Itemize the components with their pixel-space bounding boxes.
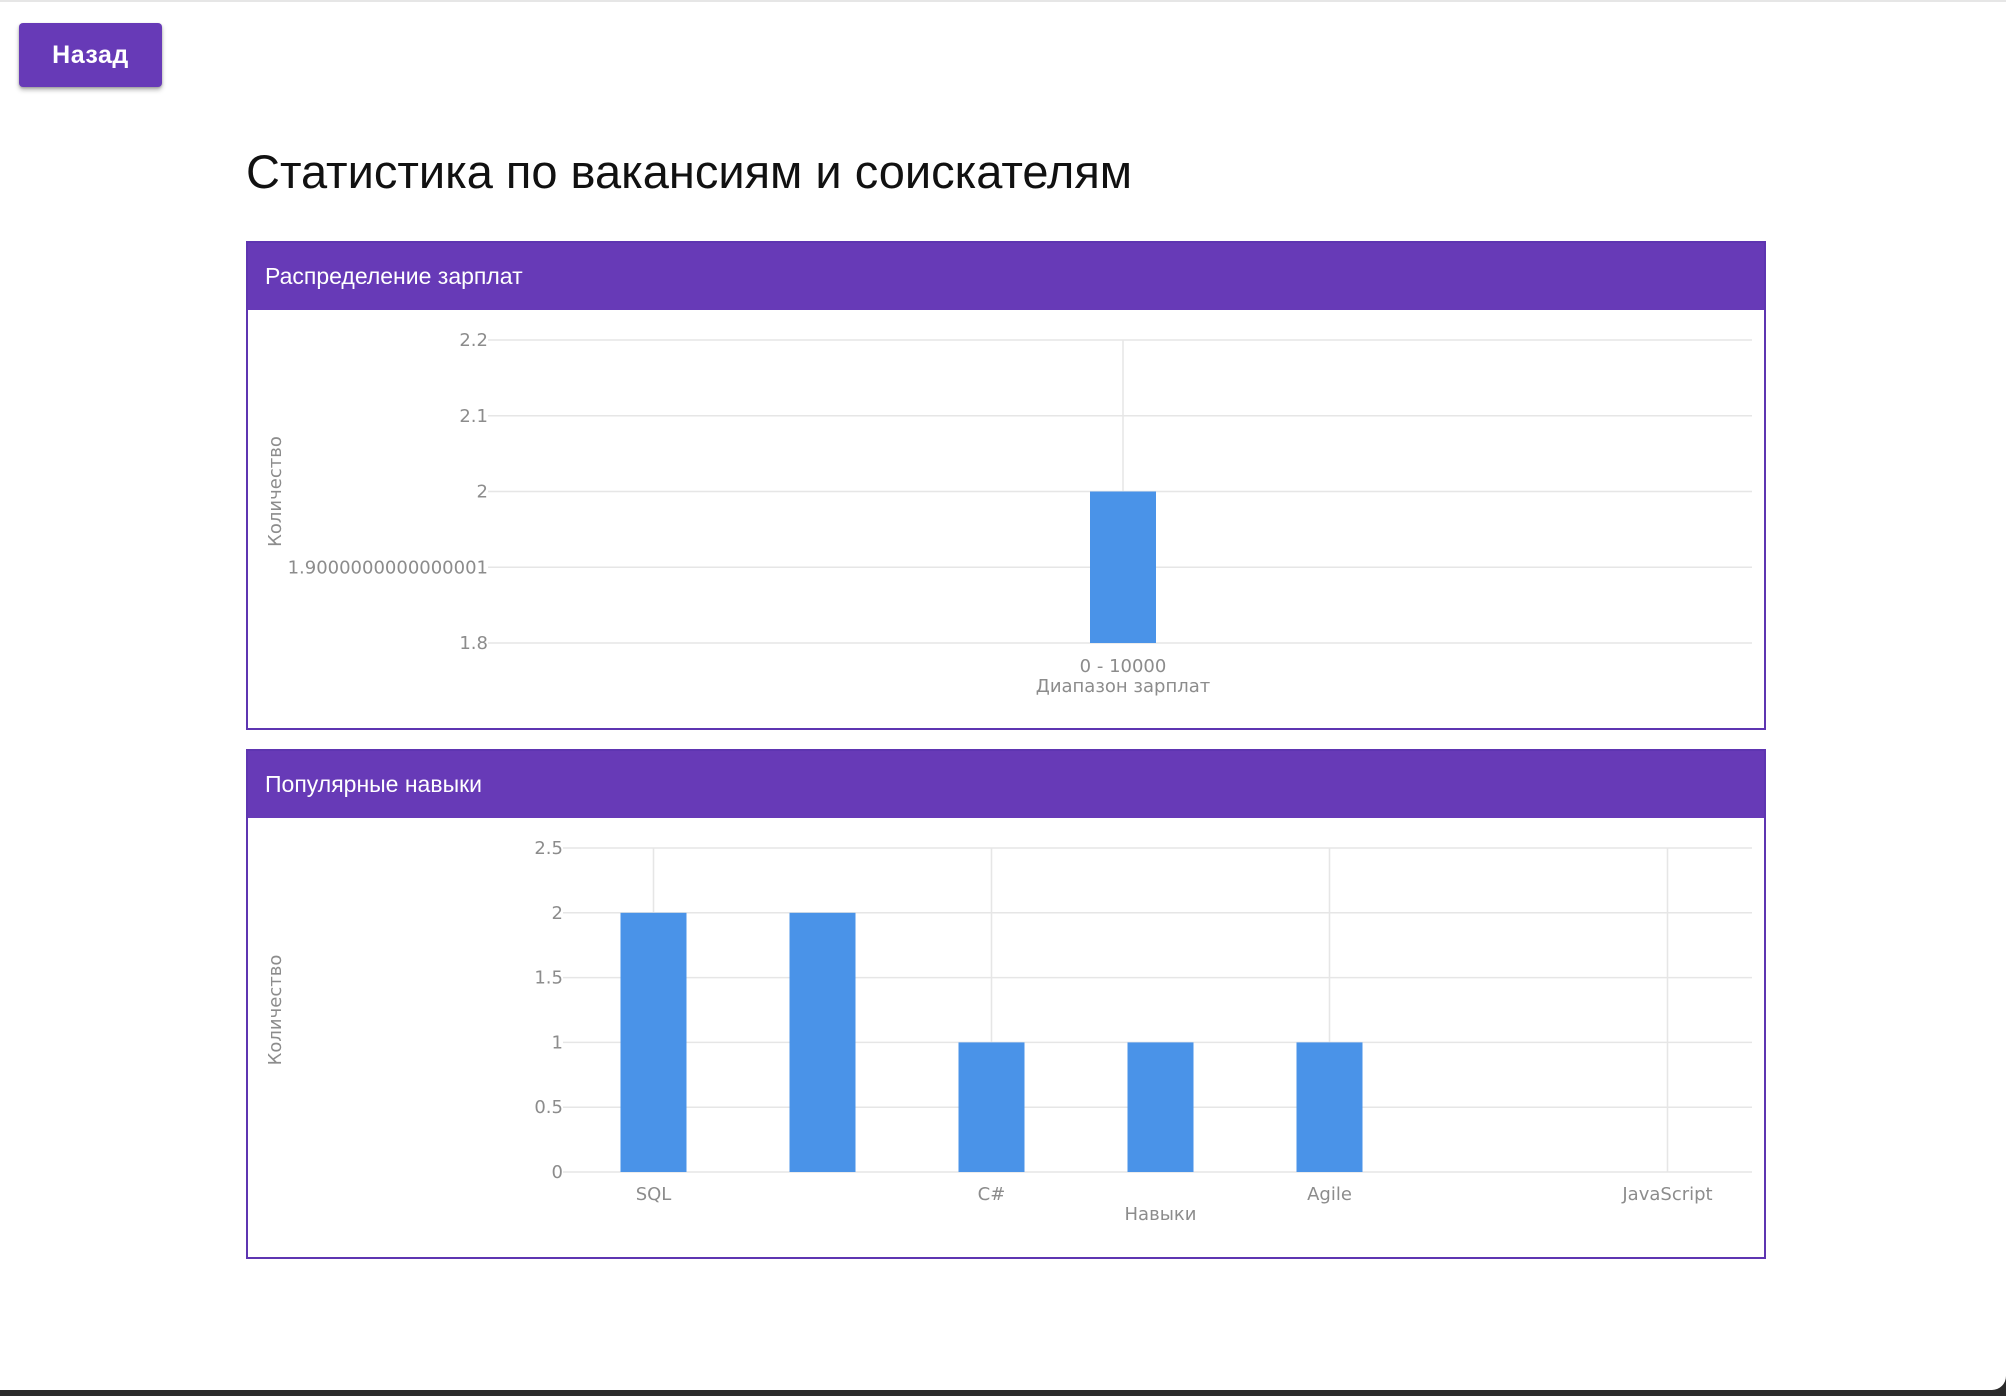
y-axis-title: Количество bbox=[265, 436, 286, 547]
x-tick-label: Agile bbox=[1307, 1184, 1352, 1205]
x-tick-label: 0 - 10000 bbox=[1080, 656, 1167, 677]
bar-item-2 bbox=[789, 912, 856, 1172]
y-axis-title: Количество bbox=[265, 955, 286, 1066]
y-tick-label: 1 bbox=[552, 1032, 563, 1053]
popular-skills-card: Популярные навыки 0 0.5 1 1.5 2 2.5 SQL C# Agile… bbox=[246, 749, 1766, 1259]
y-tick-label: 2 bbox=[552, 903, 563, 924]
skills-card-title: Популярные навыки bbox=[248, 751, 1764, 818]
x-tick-label: C# bbox=[978, 1184, 1006, 1205]
salary-distribution-card: Распределение зарплат 1.8 1.9000000000000… bbox=[246, 241, 1766, 730]
y-tick-label: 1.8 bbox=[459, 633, 488, 654]
bar-sql bbox=[620, 912, 687, 1172]
y-tick-label: 0.5 bbox=[534, 1097, 563, 1118]
page: Назад Статистика по вакансиям и соискате… bbox=[0, 0, 2006, 1390]
y-tick-label: 2.2 bbox=[459, 330, 488, 351]
back-button[interactable]: Назад bbox=[19, 23, 162, 87]
y-tick-label: 1.5 bbox=[534, 968, 563, 989]
y-tick-label: 2.5 bbox=[534, 838, 563, 859]
skills-chart: 0 0.5 1 1.5 2 2.5 SQL C# Agile JavaScript Навыки Ко… bbox=[265, 838, 1752, 1225]
bar-c- bbox=[958, 1042, 1025, 1172]
x-axis-title: Навыки bbox=[1125, 1204, 1197, 1225]
page-title: Статистика по вакансиям и соискателям bbox=[246, 145, 1133, 198]
y-tick-label: 2 bbox=[477, 482, 488, 503]
x-tick-label: SQL bbox=[636, 1184, 672, 1205]
bar-0-10000 bbox=[1090, 491, 1156, 643]
salary-card-title: Распределение зарплат bbox=[248, 243, 1764, 310]
salary-chart: 1.8 1.9000000000000001 2 2.1 2.2 0 - 10000Диа… bbox=[265, 330, 1752, 697]
x-tick-label: JavaScript bbox=[1621, 1184, 1712, 1205]
bar-agile bbox=[1296, 1042, 1363, 1172]
y-tick-label: 0 bbox=[552, 1162, 563, 1183]
bar-item-4 bbox=[1127, 1042, 1194, 1172]
y-tick-label: 1.9000000000000001 bbox=[288, 557, 488, 578]
y-tick-label: 2.1 bbox=[459, 406, 488, 427]
x-axis-title: Диапазон зарплат bbox=[1036, 676, 1210, 697]
